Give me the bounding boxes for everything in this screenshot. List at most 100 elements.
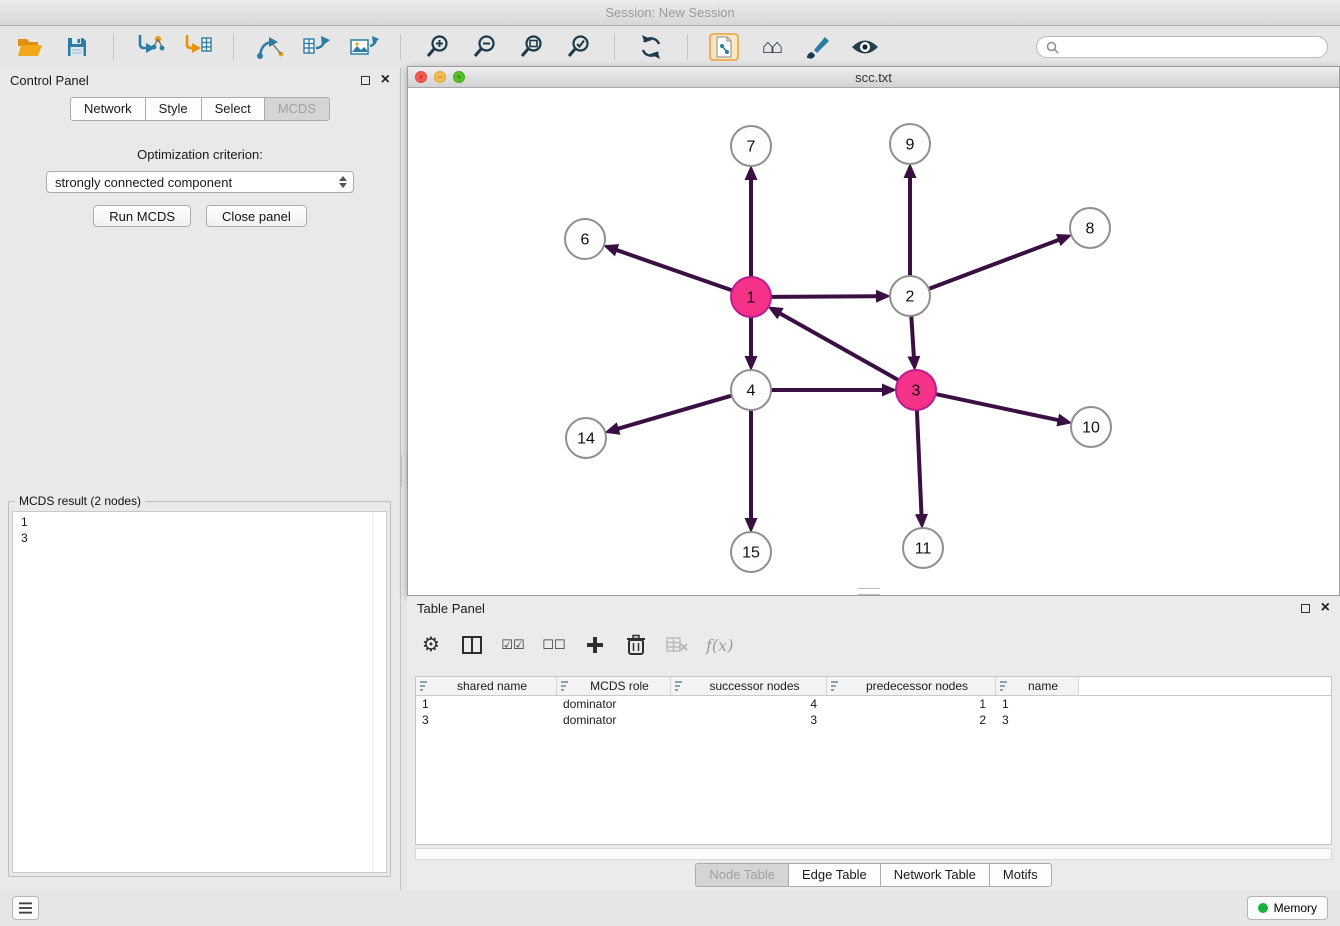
horizontal-scrollbar[interactable] xyxy=(415,848,1332,860)
window-maximize-button[interactable]: + xyxy=(453,71,465,83)
edge-4-14[interactable] xyxy=(618,396,732,429)
export-table-button[interactable] xyxy=(297,31,337,63)
open-session-document-button[interactable] xyxy=(704,31,744,63)
select-all-button[interactable]: ☑☑ xyxy=(501,631,525,659)
zoom-fit-button[interactable] xyxy=(511,31,551,63)
cell-mcds-role: dominator xyxy=(557,713,671,727)
tab-node-table[interactable]: Node Table xyxy=(695,863,789,887)
table-row[interactable]: 1 dominator 4 1 1 xyxy=(416,696,1331,712)
save-session-button[interactable] xyxy=(57,31,97,63)
close-panel-button[interactable]: Close panel xyxy=(206,205,307,227)
float-panel-icon[interactable] xyxy=(361,76,370,85)
apply-style-button[interactable] xyxy=(798,31,838,63)
first-neighbors-button[interactable]: ⌂⌂ xyxy=(751,31,791,63)
node-9[interactable]: 9 xyxy=(890,124,930,164)
node-4[interactable]: 4 xyxy=(731,370,771,410)
table-row[interactable]: 3 dominator 3 2 3 xyxy=(416,712,1331,728)
zoom-out-button[interactable] xyxy=(464,31,504,63)
node-15[interactable]: 15 xyxy=(731,532,771,572)
show-graphics-details-button[interactable] xyxy=(845,31,885,63)
zoom-selected-button[interactable] xyxy=(558,31,598,63)
node-3[interactable]: 3 xyxy=(896,370,936,410)
tab-style[interactable]: Style xyxy=(145,97,202,121)
deselect-all-button[interactable]: ☐☐ xyxy=(542,631,566,659)
delete-table-button[interactable] xyxy=(665,631,689,659)
node-11[interactable]: 11 xyxy=(903,528,943,568)
export-network-button[interactable] xyxy=(250,31,290,63)
node-10[interactable]: 10 xyxy=(1071,407,1111,447)
tab-network-table[interactable]: Network Table xyxy=(880,863,990,887)
tab-motifs[interactable]: Motifs xyxy=(989,863,1052,887)
plus-icon xyxy=(586,636,604,654)
optimization-criterion-select[interactable]: strongly connected component xyxy=(46,171,354,193)
refresh-icon xyxy=(638,34,664,60)
list-icon xyxy=(19,902,32,914)
cell-name: 3 xyxy=(996,713,1079,727)
zoom-out-icon xyxy=(471,34,498,61)
svg-text:1: 1 xyxy=(747,290,756,307)
refresh-view-button[interactable] xyxy=(631,31,671,63)
horizontal-splitter-handle[interactable] xyxy=(858,588,880,595)
close-panel-icon[interactable]: × xyxy=(1321,600,1330,616)
cell-predecessor-nodes: 2 xyxy=(827,713,996,727)
node-7[interactable]: 7 xyxy=(731,126,771,166)
mcds-result-list[interactable]: 1 3 xyxy=(12,511,387,873)
cell-shared-name: 3 xyxy=(416,713,557,727)
export-image-button[interactable] xyxy=(344,31,384,63)
window-close-button[interactable]: × xyxy=(415,71,427,83)
node-2[interactable]: 2 xyxy=(890,276,930,316)
save-floppy-icon xyxy=(65,35,89,59)
run-mcds-button[interactable]: Run MCDS xyxy=(93,205,191,227)
delete-column-button[interactable] xyxy=(624,631,648,659)
close-panel-icon[interactable]: × xyxy=(381,72,390,88)
edge-1-2[interactable] xyxy=(771,296,877,297)
toolbar-separator xyxy=(233,34,234,60)
network-window: × − + scc.txt 7 9 6 8 1 2 4 3 14 10 15 11 xyxy=(407,66,1340,596)
open-file-button[interactable] xyxy=(10,31,50,63)
table-options-button[interactable]: ⚙ xyxy=(419,631,443,659)
column-header-name[interactable]: name xyxy=(996,677,1079,695)
toolbar-separator xyxy=(400,34,401,60)
network-window-titlebar[interactable]: × − + scc.txt xyxy=(408,67,1339,88)
tab-edge-table[interactable]: Edge Table xyxy=(788,863,881,887)
import-table-button[interactable] xyxy=(177,31,217,63)
import-network-button[interactable] xyxy=(130,31,170,63)
task-history-button[interactable] xyxy=(12,896,39,920)
column-sort-icon xyxy=(561,681,571,691)
float-panel-icon[interactable] xyxy=(1301,604,1310,613)
node-6[interactable]: 6 xyxy=(565,219,605,259)
memory-button[interactable]: Memory xyxy=(1247,896,1328,920)
tab-select[interactable]: Select xyxy=(201,97,265,121)
node-1[interactable]: 1 xyxy=(731,277,771,317)
svg-text:8: 8 xyxy=(1086,221,1095,238)
edge-2-8[interactable] xyxy=(929,240,1059,289)
node-8[interactable]: 8 xyxy=(1070,208,1110,248)
titlebar[interactable]: Session: New Session xyxy=(0,0,1340,26)
svg-text:15: 15 xyxy=(742,545,760,562)
tab-network[interactable]: Network xyxy=(70,97,146,121)
window-minimize-button[interactable]: − xyxy=(434,71,446,83)
column-header-shared-name[interactable]: shared name xyxy=(416,677,557,695)
tab-mcds[interactable]: MCDS xyxy=(264,97,330,121)
edge-3-1[interactable] xyxy=(780,313,899,380)
create-column-button[interactable] xyxy=(583,631,607,659)
edge-3-10[interactable] xyxy=(936,394,1059,420)
optimization-criterion-value: strongly connected component xyxy=(55,175,232,190)
open-folder-icon xyxy=(16,35,44,59)
search-input[interactable] xyxy=(1065,39,1318,55)
svg-text:3: 3 xyxy=(912,383,921,400)
zoom-in-button[interactable] xyxy=(417,31,457,63)
function-builder-button[interactable]: f(x) xyxy=(706,631,733,659)
edge-1-6[interactable] xyxy=(616,250,732,291)
network-canvas[interactable]: 7 9 6 8 1 2 4 3 14 10 15 11 xyxy=(408,88,1339,595)
svg-text:7: 7 xyxy=(747,139,756,156)
edge-2-3[interactable] xyxy=(911,316,914,357)
show-columns-button[interactable] xyxy=(460,631,484,659)
node-14[interactable]: 14 xyxy=(566,418,606,458)
search-box[interactable] xyxy=(1036,36,1328,58)
column-header-mcds-role[interactable]: MCDS role xyxy=(557,677,671,695)
edge-3-11[interactable] xyxy=(917,410,922,515)
column-header-successor-nodes[interactable]: successor nodes xyxy=(671,677,827,695)
column-header-predecessor-nodes[interactable]: predecessor nodes xyxy=(827,677,996,695)
vertical-splitter-handle[interactable] xyxy=(401,455,407,487)
